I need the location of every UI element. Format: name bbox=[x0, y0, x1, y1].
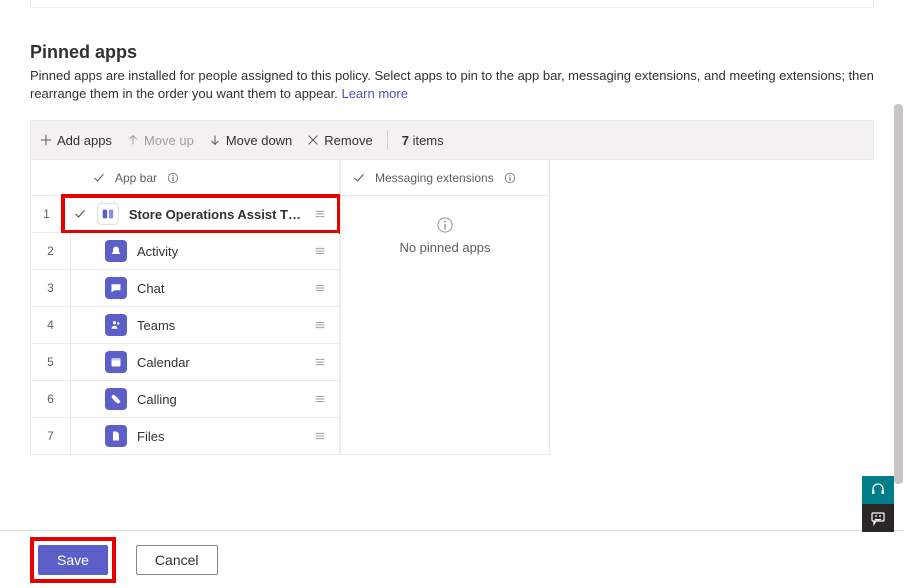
table-row[interactable]: 1 Store Operations Assist T… bbox=[31, 196, 339, 233]
table-row[interactable]: 6 Calling bbox=[31, 381, 339, 418]
arrow-down-icon bbox=[208, 133, 222, 147]
table-row[interactable]: 2 Activity bbox=[31, 233, 339, 270]
footer-bar: Save Cancel bbox=[0, 530, 904, 588]
messaging-header-label: Messaging extensions bbox=[375, 171, 494, 185]
app-label: Calling bbox=[137, 392, 301, 407]
content: Pinned apps Pinned apps are installed fo… bbox=[0, 42, 904, 455]
section-description: Pinned apps are installed for people ass… bbox=[30, 67, 874, 102]
check-icon bbox=[353, 172, 365, 184]
app-icon-store-operations bbox=[97, 203, 119, 225]
table-row[interactable]: 7 Files bbox=[31, 418, 339, 454]
drag-handle-icon[interactable] bbox=[311, 392, 329, 406]
app-icon-activity bbox=[105, 240, 127, 262]
appbar-panel: App bar 1 Store Operations Assist T… bbox=[30, 160, 340, 455]
floating-widgets bbox=[862, 476, 894, 532]
remove-button[interactable]: Remove bbox=[306, 133, 372, 148]
row-number: 1 bbox=[31, 196, 63, 232]
page-root: Pinned apps Pinned apps are installed fo… bbox=[0, 0, 904, 588]
move-up-button[interactable]: Move up bbox=[126, 133, 194, 148]
section-title: Pinned apps bbox=[30, 42, 874, 63]
app-icon-teams bbox=[105, 314, 127, 336]
app-label: Teams bbox=[137, 318, 301, 333]
toolbar-separator bbox=[387, 131, 388, 149]
row-number: 5 bbox=[31, 344, 71, 380]
row-number: 4 bbox=[31, 307, 71, 343]
section-description-text: Pinned apps are installed for people ass… bbox=[30, 68, 874, 101]
list-toolbar: Add apps Move up Move down Remove 7 item… bbox=[30, 120, 874, 160]
row-number: 6 bbox=[31, 381, 71, 417]
headset-icon bbox=[870, 482, 886, 498]
info-icon[interactable] bbox=[167, 172, 179, 184]
table-row[interactable]: 3 Chat bbox=[31, 270, 339, 307]
app-label: Activity bbox=[137, 244, 301, 259]
messaging-header: Messaging extensions bbox=[341, 160, 549, 196]
info-icon bbox=[436, 216, 454, 234]
info-icon[interactable] bbox=[504, 172, 516, 184]
app-icon-files bbox=[105, 425, 127, 447]
app-label: Store Operations Assist T… bbox=[129, 207, 301, 222]
learn-more-link[interactable]: Learn more bbox=[341, 86, 407, 101]
appbar-header: App bar bbox=[31, 160, 339, 196]
feedback-widget-button[interactable] bbox=[862, 504, 894, 532]
messaging-empty-state: No pinned apps bbox=[341, 196, 549, 283]
x-icon bbox=[306, 133, 320, 147]
messaging-panel: Messaging extensions No pinned apps bbox=[340, 160, 550, 455]
app-label: Chat bbox=[137, 281, 301, 296]
row-number: 2 bbox=[31, 233, 71, 269]
previous-section-edge bbox=[30, 0, 874, 8]
help-widget-button[interactable] bbox=[862, 476, 894, 504]
lists-area: App bar 1 Store Operations Assist T… bbox=[30, 160, 874, 455]
drag-handle-icon[interactable] bbox=[311, 355, 329, 369]
table-row[interactable]: 4 Teams bbox=[31, 307, 339, 344]
item-count: 7 items bbox=[402, 133, 444, 148]
app-label: Calendar bbox=[137, 355, 301, 370]
messaging-empty-text: No pinned apps bbox=[399, 240, 490, 255]
check-icon bbox=[93, 172, 105, 184]
drag-handle-icon[interactable] bbox=[311, 207, 329, 221]
table-row[interactable]: 5 Calendar bbox=[31, 344, 339, 381]
scrollbar-thumb[interactable] bbox=[894, 104, 903, 484]
arrow-up-icon bbox=[126, 133, 140, 147]
drag-handle-icon[interactable] bbox=[311, 281, 329, 295]
plus-icon bbox=[39, 133, 53, 147]
cancel-button[interactable]: Cancel bbox=[136, 545, 218, 575]
feedback-icon bbox=[870, 510, 886, 526]
app-icon-calendar bbox=[105, 351, 127, 373]
app-icon-calling bbox=[105, 388, 127, 410]
save-button[interactable]: Save bbox=[38, 545, 108, 575]
row-number: 3 bbox=[31, 270, 71, 306]
row-checkbox[interactable] bbox=[73, 208, 87, 220]
row-number: 7 bbox=[31, 418, 71, 454]
app-icon-chat bbox=[105, 277, 127, 299]
add-apps-button[interactable]: Add apps bbox=[39, 133, 112, 148]
app-label: Files bbox=[137, 429, 301, 444]
drag-handle-icon[interactable] bbox=[311, 318, 329, 332]
move-down-button[interactable]: Move down bbox=[208, 133, 292, 148]
drag-handle-icon[interactable] bbox=[311, 429, 329, 443]
save-highlight: Save bbox=[30, 537, 116, 583]
drag-handle-icon[interactable] bbox=[311, 244, 329, 258]
appbar-header-label: App bar bbox=[115, 171, 157, 185]
vertical-scrollbar[interactable] bbox=[894, 0, 903, 588]
